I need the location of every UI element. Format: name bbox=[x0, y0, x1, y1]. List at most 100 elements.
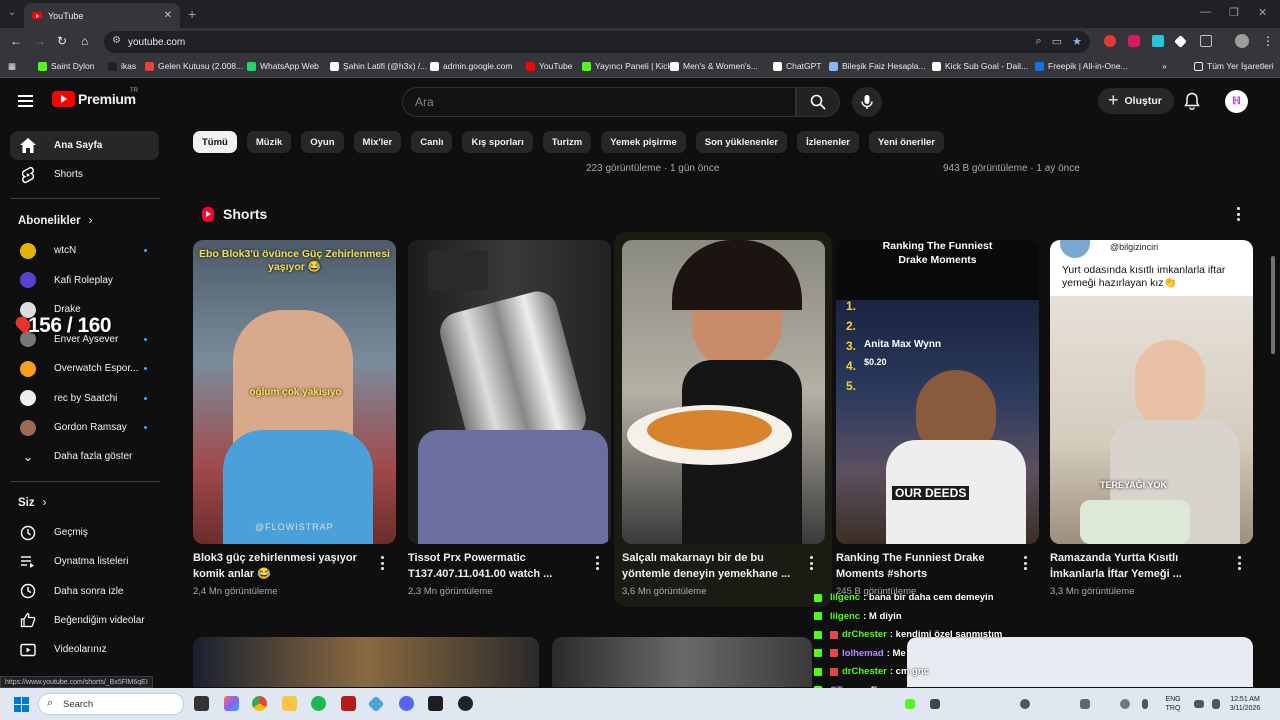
discord-icon[interactable] bbox=[399, 696, 414, 711]
filter-chip[interactable]: Turizm bbox=[542, 131, 592, 153]
bookmark-item[interactable]: Şahin Latifi (@h3x) /... bbox=[330, 61, 427, 71]
bookmark-item[interactable]: Freepik | All-in-One... bbox=[1035, 61, 1128, 71]
create-button[interactable]: + Oluştur bbox=[1098, 88, 1174, 114]
short-thumbnail[interactable] bbox=[408, 240, 611, 544]
sidebar-item-home[interactable]: Ana Sayfa bbox=[10, 131, 159, 160]
more-bookmarks-icon[interactable]: » bbox=[1162, 61, 1167, 71]
sidebar-item-channel[interactable]: Overwatch Espor... bbox=[10, 354, 159, 383]
sidebar-item-channel[interactable]: rec by Saatchi bbox=[10, 384, 159, 413]
search-button[interactable] bbox=[796, 87, 840, 117]
extension-pink-icon[interactable] bbox=[1128, 35, 1140, 47]
tray-mic-icon[interactable] bbox=[1142, 699, 1148, 709]
sidebar-item-clock[interactable]: Daha sonra izle bbox=[10, 577, 159, 606]
filter-chip[interactable]: Yemek pişirme bbox=[601, 131, 686, 153]
tray-app-icon[interactable] bbox=[1080, 699, 1090, 709]
bookmark-item[interactable]: Men's & Women's... bbox=[670, 61, 758, 71]
bookmark-item[interactable]: ikas bbox=[108, 61, 136, 71]
windows-start-icon[interactable] bbox=[14, 697, 29, 712]
taskbar-search[interactable]: ⌕ Search bbox=[38, 693, 184, 715]
filter-chip[interactable]: Mix'ler bbox=[353, 131, 402, 153]
page-scrollbar[interactable] bbox=[1271, 256, 1275, 354]
show-more-button[interactable]: ⌄ Daha fazla göster bbox=[10, 442, 159, 471]
volume-icon[interactable] bbox=[1212, 699, 1220, 709]
account-avatar[interactable]: ℍ bbox=[1225, 90, 1248, 113]
file-explorer-icon[interactable] bbox=[282, 696, 297, 711]
bookmark-item[interactable]: Bileşik Faiz Hesapla... bbox=[829, 61, 926, 71]
filter-chip[interactable]: Son yüklenenler bbox=[695, 131, 788, 153]
bookmark-item[interactable]: WhatsApp Web bbox=[247, 61, 319, 71]
tray-kick-icon[interactable] bbox=[905, 699, 915, 709]
short-title[interactable]: Ranking The Funniest Drake Moments #shor… bbox=[836, 550, 1016, 582]
spotify-icon[interactable] bbox=[311, 696, 326, 711]
voice-search-button[interactable] bbox=[852, 87, 882, 117]
video-thumbnail[interactable] bbox=[907, 637, 1253, 687]
apps-grid-icon[interactable]: ▦ bbox=[8, 61, 16, 72]
filter-chip[interactable]: Müzik bbox=[246, 131, 292, 153]
wifi-icon[interactable] bbox=[1194, 700, 1204, 708]
extension-red-icon[interactable] bbox=[1104, 35, 1116, 47]
youtube-premium-logo[interactable]: Premium TR bbox=[52, 88, 138, 107]
forward-icon[interactable]: → bbox=[34, 34, 46, 48]
short-card[interactable]: @bilgizinciri Yurt odasında kısıtlı imka… bbox=[1050, 240, 1253, 597]
bookmark-item[interactable]: Gelen Kutusu (2.008... bbox=[145, 61, 243, 71]
cast-icon[interactable]: ▭ bbox=[1052, 35, 1062, 48]
reload-icon[interactable]: ↻ bbox=[57, 34, 67, 48]
task-view-icon[interactable] bbox=[194, 696, 209, 711]
sidebar-item-history[interactable]: Geçmiş bbox=[10, 518, 159, 547]
maximize-icon[interactable]: ❐ bbox=[1229, 6, 1239, 19]
sidebar-item-channel[interactable]: Gordon Ramsay bbox=[10, 413, 159, 442]
terminal-icon[interactable] bbox=[428, 696, 443, 711]
site-info-icon[interactable]: ⚙ bbox=[112, 35, 121, 46]
sidebar-item-channel[interactable]: wtcN bbox=[10, 236, 159, 265]
bookmark-item[interactable]: admin.google.com bbox=[430, 61, 512, 71]
short-thumbnail[interactable] bbox=[622, 240, 825, 544]
subscriptions-heading[interactable]: Abonelikler › bbox=[18, 215, 92, 227]
copilot-icon[interactable] bbox=[224, 696, 239, 711]
filter-chip[interactable]: Kış sporları bbox=[462, 131, 533, 153]
sidebar-item-channel[interactable]: Kafi Roleplay bbox=[10, 266, 159, 295]
search-input[interactable]: Ara bbox=[402, 87, 796, 117]
browser-menu-icon[interactable]: ⋮ bbox=[1262, 34, 1274, 48]
short-title[interactable]: Salçalı makarnayı bir de bu yöntemle den… bbox=[622, 550, 802, 582]
bookmark-item[interactable]: YouTube bbox=[526, 61, 572, 71]
extension-diamond-icon[interactable] bbox=[1174, 35, 1187, 48]
sidebar-item-playlists[interactable]: Oynatma listeleri bbox=[10, 547, 159, 576]
short-card[interactable]: Salçalı makarnayı bir de bu yöntemle den… bbox=[622, 240, 825, 597]
short-title[interactable]: Blok3 güç zehirlenmesi yaşıyor komik anl… bbox=[193, 550, 373, 582]
short-card[interactable]: Ranking The Funniest Drake Moments 1. 2. 3… bbox=[836, 240, 1039, 597]
short-more-icon[interactable] bbox=[1023, 556, 1027, 570]
app-red-icon[interactable] bbox=[341, 696, 356, 711]
tray-steam-icon[interactable] bbox=[1020, 699, 1030, 709]
bookmark-item[interactable]: Yayıncı Paneli | Kick bbox=[582, 61, 672, 71]
filter-chip[interactable]: Canlı bbox=[411, 131, 453, 153]
short-thumbnail[interactable]: @bilgizinciri Yurt odasında kısıtlı imka… bbox=[1050, 240, 1253, 544]
sidebar-item-video[interactable]: Videolarınız bbox=[10, 635, 159, 664]
new-tab-icon[interactable]: + bbox=[188, 6, 196, 22]
bookmark-item[interactable]: Saint Dylon bbox=[38, 61, 94, 71]
minimize-icon[interactable]: — bbox=[1200, 6, 1211, 18]
app-blue-icon[interactable] bbox=[367, 695, 385, 713]
shelf-more-icon[interactable] bbox=[1236, 207, 1240, 221]
filter-chip[interactable]: İzlenenler bbox=[797, 131, 859, 153]
video-thumbnail[interactable] bbox=[552, 637, 812, 687]
clock[interactable]: 12:51 AM 3/11/2026 bbox=[1224, 695, 1266, 713]
short-more-icon[interactable] bbox=[1237, 556, 1241, 570]
bookmark-item[interactable]: Kick Sub Goal - Dail... bbox=[932, 61, 1028, 71]
home-browser-icon[interactable]: ⌂ bbox=[81, 34, 88, 48]
extension-teal-icon[interactable] bbox=[1152, 35, 1164, 47]
bookmark-item[interactable]: ChatGPT bbox=[773, 61, 821, 71]
window-close-icon[interactable]: ✕ bbox=[1258, 6, 1267, 19]
zoom-icon[interactable]: ⌕ bbox=[1036, 35, 1042, 48]
short-more-icon[interactable] bbox=[380, 556, 384, 570]
input-language[interactable]: ENG TRQ bbox=[1160, 695, 1186, 713]
short-more-icon[interactable] bbox=[595, 556, 599, 570]
tray-nvidia-icon[interactable] bbox=[930, 699, 940, 709]
tray-app-icon[interactable] bbox=[1120, 699, 1130, 709]
tab-search-icon[interactable]: ⌄ bbox=[8, 7, 16, 18]
all-bookmarks[interactable]: Tüm Yer İşaretleri bbox=[1194, 61, 1274, 71]
video-thumbnail[interactable] bbox=[193, 637, 539, 687]
filter-chip[interactable]: Tümü bbox=[193, 131, 237, 153]
address-bar[interactable]: ⚙ youtube.com ⌕ ▭ ★ bbox=[104, 31, 1090, 53]
you-heading[interactable]: Siz › bbox=[18, 497, 46, 509]
short-title[interactable]: Ramazanda Yurtta Kısıtlı İmkanlarla İfta… bbox=[1050, 550, 1230, 582]
